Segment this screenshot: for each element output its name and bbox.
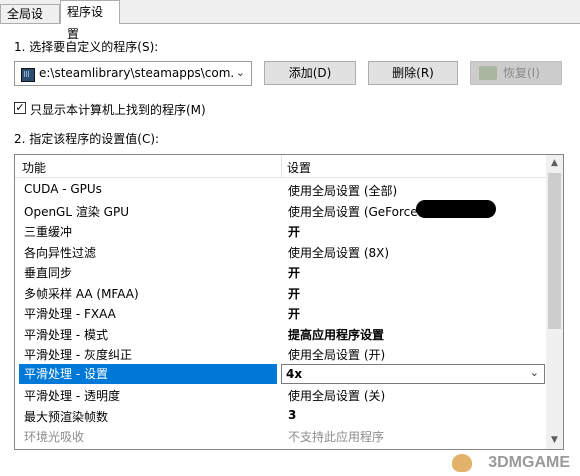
setting-cell: 3 <box>288 407 297 422</box>
setting-cell: 使用全局设置 (GeForce <box>288 204 418 219</box>
table-row[interactable]: 三重缓冲 开 <box>15 220 547 241</box>
column-header-setting[interactable]: 设置 <box>287 159 311 176</box>
table-row-disabled: 环境光吸收 不支持此应用程序 <box>15 425 547 446</box>
feature-cell: 垂直同步 <box>24 266 73 280</box>
select-program-label: 1. 选择要自定义的程序(S): <box>14 40 159 54</box>
setting-cell: 开 <box>288 225 301 239</box>
feature-cell: OpenGL 渲染 GPU <box>24 204 129 219</box>
feature-cell: 三重缓冲 <box>24 225 73 239</box>
table-row[interactable]: 多帧采样 AA (MFAA) 开 <box>15 282 547 303</box>
grid-rows: CUDA - GPUs 使用全局设置 (全部) OpenGL 渲染 GPU 使用… <box>15 179 547 446</box>
setting-cell: 使用全局设置 (8X) <box>288 245 390 260</box>
column-header-feature[interactable]: 功能 <box>22 159 46 176</box>
table-row[interactable]: 平滑处理 - 灰度纠正 使用全局设置 (开) <box>15 343 547 364</box>
setting-cell: 开 <box>288 286 301 301</box>
feature-cell: 平滑处理 - 模式 <box>24 327 108 342</box>
setting-cell: 使用全局设置 (开) <box>288 348 386 362</box>
feature-cell: 各向异性过滤 <box>24 245 97 260</box>
setting-cell: 使用全局设置 (全部) <box>288 184 398 198</box>
add-button[interactable]: 添加(D) <box>264 61 356 85</box>
table-row[interactable]: CUDA - GPUs 使用全局设置 (全部) <box>15 179 547 200</box>
vertical-scrollbar[interactable]: ▲ ▼ <box>546 155 563 449</box>
table-row[interactable]: 垂直同步 开 <box>15 261 547 282</box>
feature-cell: 平滑处理 - 设置 <box>19 363 277 384</box>
tab-program-settings[interactable]: 程序设置 <box>60 0 120 41</box>
show-found-programs-label: 只显示本计算机上找到的程序(M) <box>30 103 206 117</box>
table-row[interactable]: 平滑处理 - 模式 提高应用程序设置 <box>15 323 547 344</box>
program-select-value: e:\steamlibrary\steamapps\com... <box>39 66 235 80</box>
column-divider[interactable] <box>281 155 282 177</box>
table-row-selected[interactable]: 平滑处理 - 设置 4x ⌄ <box>15 363 547 385</box>
delete-button[interactable]: 删除(R) <box>368 61 458 85</box>
setting-cell: 开 <box>288 307 301 321</box>
steam-app-icon <box>21 68 35 82</box>
table-row[interactable]: 平滑处理 - 透明度 使用全局设置 (关) <box>15 384 547 405</box>
table-row[interactable]: 平滑处理 - FXAA 开 <box>15 302 547 323</box>
grid-header: 功能 设置 <box>15 155 547 178</box>
restore-button-label: 恢复(I) <box>503 66 540 80</box>
watermark: 3DMGAME <box>488 454 570 471</box>
table-row[interactable]: 最大预渲染帧数 3 <box>15 405 547 426</box>
feature-cell: CUDA - GPUs <box>24 182 102 196</box>
feature-cell: 平滑处理 - 透明度 <box>24 389 120 403</box>
restore-button[interactable]: 恢复(I) <box>470 61 562 85</box>
feature-cell: 多帧采样 AA (MFAA) <box>24 286 139 301</box>
setting-cell: 提高应用程序设置 <box>288 327 385 342</box>
scroll-down-icon[interactable]: ▼ <box>546 432 563 449</box>
scroll-up-icon[interactable]: ▲ <box>546 155 563 172</box>
tab-bar: 全局设置 程序设置 <box>0 0 580 41</box>
feature-cell: 最大预渲染帧数 <box>24 409 109 424</box>
show-found-programs-checkbox[interactable]: ✓ <box>14 102 26 114</box>
redaction-mark <box>416 200 496 218</box>
chevron-down-icon: ⌄ <box>529 365 539 379</box>
setting-cell: 开 <box>288 266 301 280</box>
scrollbar-thumb[interactable] <box>548 173 561 329</box>
feature-cell: 平滑处理 - 灰度纠正 <box>24 348 132 362</box>
watermark-logo-icon <box>452 454 472 472</box>
setting-dropdown-value: 4x <box>286 366 303 381</box>
table-row[interactable]: 各向异性过滤 使用全局设置 (8X) <box>15 241 547 262</box>
specify-settings-label: 2. 指定该程序的设置值(C): <box>14 132 160 146</box>
tab-global-settings[interactable]: 全局设置 <box>0 4 60 39</box>
setting-cell: 不支持此应用程序 <box>288 430 385 444</box>
settings-grid: 功能 设置 CUDA - GPUs 使用全局设置 (全部) OpenGL 渲染 … <box>14 154 564 450</box>
feature-cell: 平滑处理 - FXAA <box>24 307 116 321</box>
chevron-down-icon: ⌄ <box>235 66 245 79</box>
setting-dropdown[interactable]: 4x ⌄ <box>281 363 545 384</box>
feature-cell: 环境光吸收 <box>24 430 85 444</box>
nvidia-icon <box>479 66 497 80</box>
setting-cell: 使用全局设置 (关) <box>288 389 386 403</box>
program-select[interactable]: e:\steamlibrary\steamapps\com... ⌄ <box>14 61 252 86</box>
